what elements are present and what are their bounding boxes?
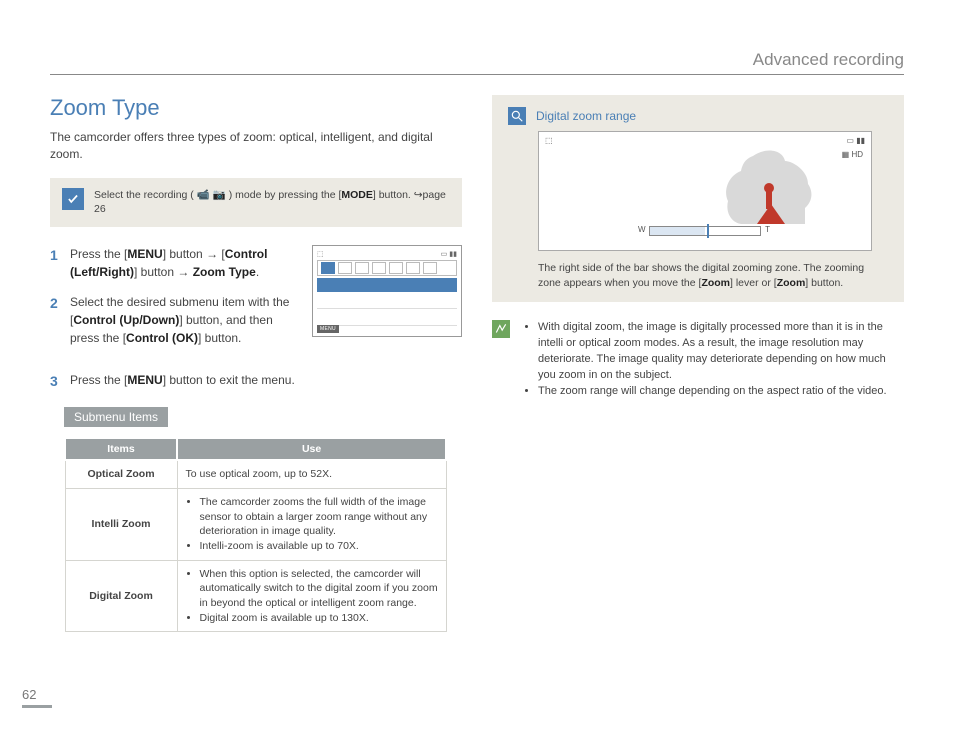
caption-text: ] button. [805,277,843,289]
digital-zoom-title: Digital zoom range [536,109,636,123]
note-icon [492,320,510,338]
stby-icon: ⬚ [545,136,553,145]
mode-callout: Select the recording ( 📹 📷 ) mode by pre… [50,178,462,227]
table-use-item: Digital zoom is available up to 130X. [200,611,438,626]
digital-zoom-panel: Digital zoom range ⬚ ▭ ▮▮ ▦ HD [492,95,904,302]
step-bold: MENU [127,247,162,261]
page-number-bar [22,705,52,708]
camera-icon: 📷 [213,189,226,201]
stby-icon: ⬚ [317,250,324,258]
zoom-cursor-icon [707,224,709,238]
caption-bold: Zoom [701,277,730,289]
table-use: The camcorder zooms the full width of th… [177,488,446,560]
right-column: Digital zoom range ⬚ ▭ ▮▮ ▦ HD [492,95,904,632]
table-row: Optical Zoom To use optical zoom, up to … [65,460,446,488]
mode-text-pre: Select the recording ( [94,189,194,201]
caption-bold: Zoom [777,277,806,289]
left-column: Zoom Type The camcorder offers three typ… [50,95,462,632]
table-use: When this option is selected, the camcor… [177,560,446,632]
menu-tab [355,262,369,274]
page-number: 62 [22,687,36,702]
page-header: Advanced recording [50,50,904,75]
note-item: The zoom range will change depending on … [538,384,904,400]
step-bold: Zoom Type [193,265,256,279]
magnifier-icon [508,107,526,125]
step-2: Select the desired submenu item with the… [50,293,294,347]
section-intro: The camcorder offers three types of zoom… [50,129,462,164]
table-use: To use optical zoom, up to 52X. [177,460,446,488]
battery-icon: ▮▮ [449,250,457,258]
table-use-item: Intelli-zoom is available up to 70X. [200,539,438,554]
step-text: Press the [ [70,247,127,261]
notes-block: With digital zoom, the image is digitall… [492,320,904,400]
menu-tab [338,262,352,274]
step-3: Press the [MENU] button to exit the menu… [50,371,462,389]
caption-text: ] lever or [ [730,277,777,289]
menu-footer-label: MENU [317,325,339,333]
menu-tab [389,262,403,274]
step-1: Press the [MENU] button → [Control (Left… [50,245,294,281]
zoom-screenshot: ⬚ ▭ ▮▮ ▦ HD [538,131,872,251]
step-text: ] button → [134,265,193,279]
card-icon: ▭ [441,250,448,258]
table-header-items: Items [65,438,177,460]
table-row: Intelli Zoom The camcorder zooms the ful… [65,488,446,560]
step-text: ] button. [198,331,241,345]
table-item: Intelli Zoom [65,488,177,560]
submenu-table: Items Use Optical Zoom To use optical zo… [64,437,447,632]
menu-tab-row [317,260,457,276]
section-title: Zoom Type [50,95,462,121]
menu-tab [406,262,420,274]
table-item: Optical Zoom [65,460,177,488]
step-bold: Control (OK) [126,331,198,345]
menu-tab [423,262,437,274]
camcorder-icon: 📹 [197,189,210,201]
battery-icon: ▮▮ [856,136,865,145]
step-bold: Control (Up/Down) [73,313,179,327]
table-use-item: When this option is selected, the camcor… [200,567,438,611]
hd-badge: ▦ HD [842,150,863,159]
steps-list-cont: Press the [MENU] button to exit the menu… [50,371,462,389]
step-bold: MENU [127,373,162,387]
steps-list: Press the [MENU] button → [Control (Left… [50,245,294,359]
menu-row [317,294,457,309]
table-use-item: The camcorder zooms the full width of th… [200,495,438,539]
mode-bold: MODE [341,189,373,201]
submenu-chip: Submenu Items [64,407,168,427]
zoom-bar [649,226,761,236]
table-row: Digital Zoom When this option is selecte… [65,560,446,632]
zoom-caption: The right side of the bar shows the digi… [538,261,872,290]
card-icon: ▭ [846,136,854,145]
menu-tab [372,262,386,274]
step-text: ] button to exit the menu. [163,373,295,387]
note-item: With digital zoom, the image is digitall… [538,320,904,384]
check-icon [62,188,84,210]
table-item: Digital Zoom [65,560,177,632]
menu-row [317,311,457,326]
step-text: Press the [ [70,373,127,387]
menu-tab [321,262,335,274]
step-text: ] button → [ [163,247,225,261]
mode-text-post: ) mode by pressing the [ [229,189,342,201]
step-text: . [256,265,259,279]
menu-screenshot: ⬚ ▭▮▮ MENU [312,245,462,337]
table-header-use: Use [177,438,446,460]
menu-selected-row [317,278,457,292]
